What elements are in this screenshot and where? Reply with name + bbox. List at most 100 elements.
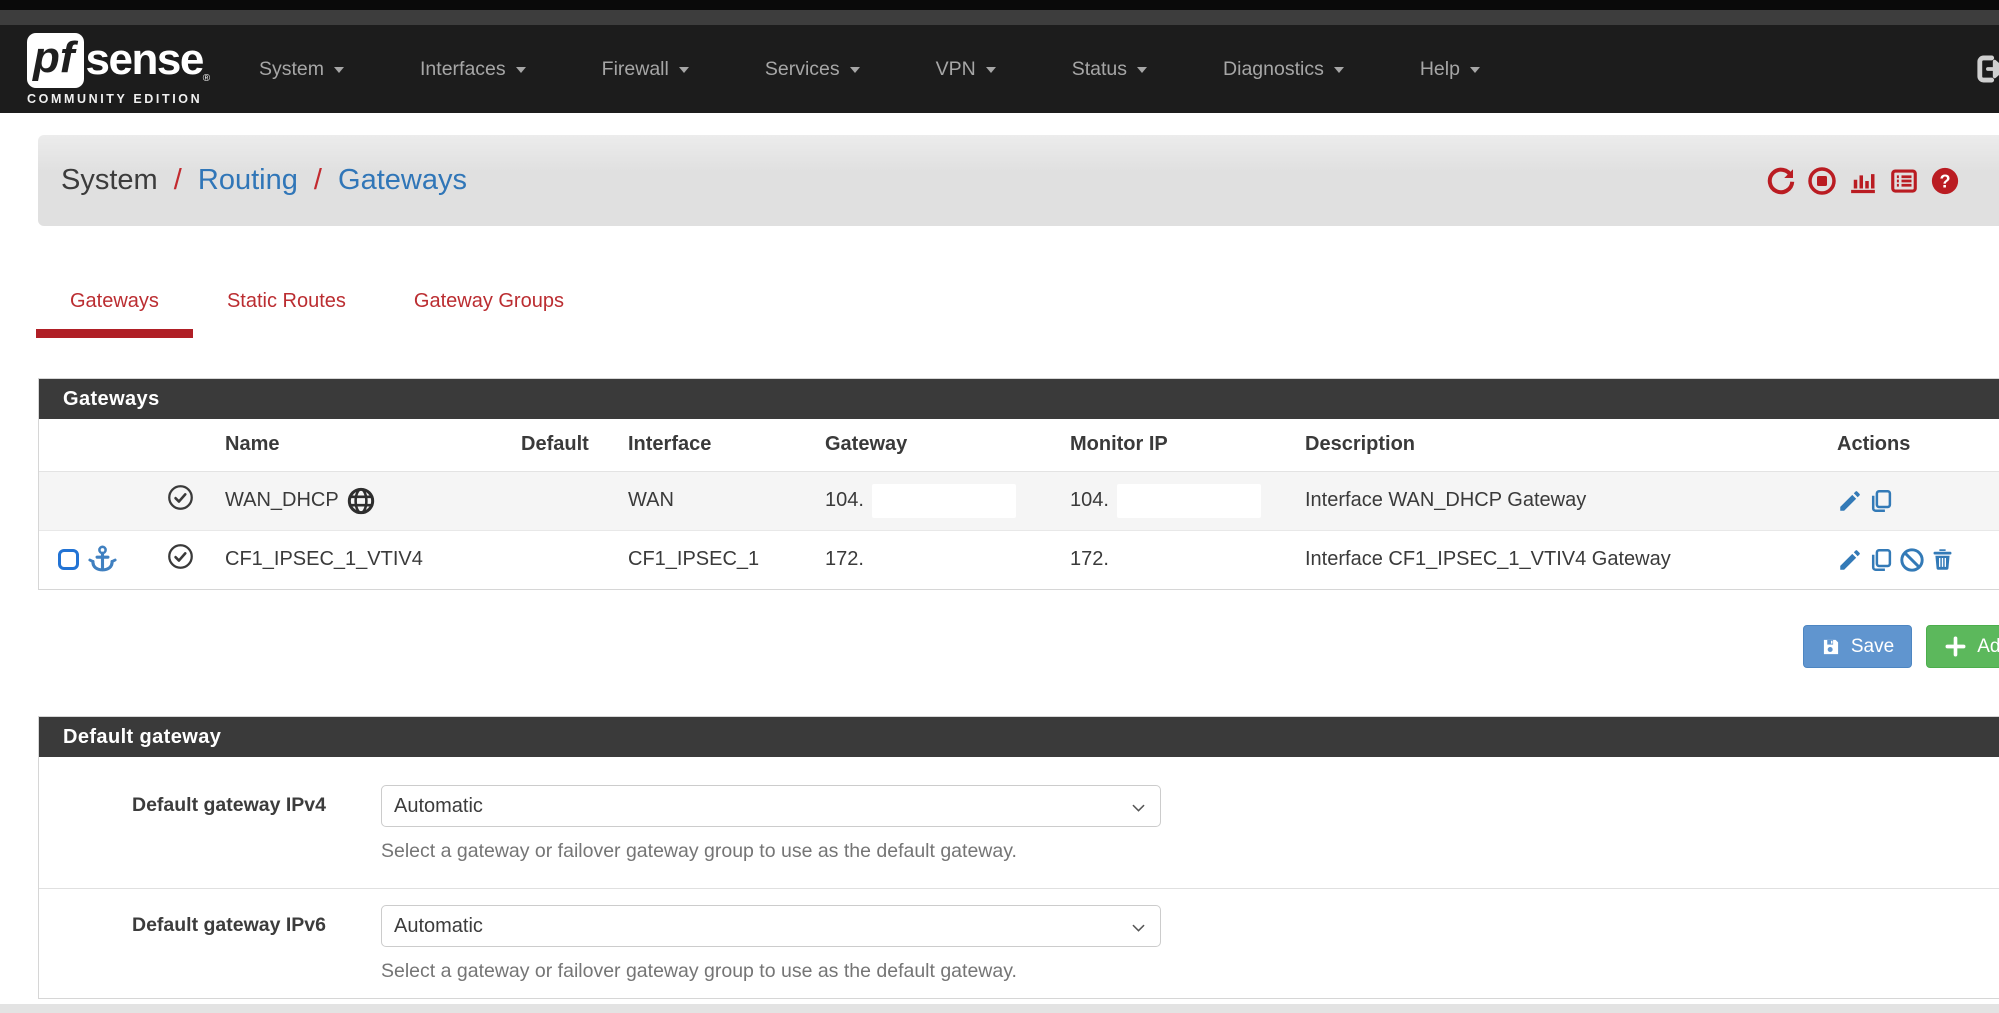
- nav-item-services[interactable]: Services: [727, 46, 898, 93]
- nav-item-vpn[interactable]: VPN: [898, 46, 1034, 93]
- nav-item-diagnostics[interactable]: Diagnostics: [1185, 46, 1382, 93]
- default-gateway-ipv6-select[interactable]: Automatic: [381, 905, 1161, 947]
- save-button-label: Save: [1851, 636, 1894, 658]
- nav-item-label: Help: [1420, 58, 1460, 81]
- edit-icon[interactable]: [1837, 547, 1863, 573]
- chevron-down-icon: [1470, 67, 1480, 73]
- gateways-table: Name Default Interface Gateway Monitor I…: [39, 419, 1999, 589]
- nav-item-interfaces[interactable]: Interfaces: [382, 46, 564, 93]
- main-menu: System Interfaces Firewall Services VPN …: [221, 46, 1518, 93]
- default-gateway-ipv6-row: Default gateway IPv6 Automatic Select a …: [39, 888, 1999, 998]
- redacted-value: [872, 484, 1016, 518]
- header-action-icons: ?: [1766, 166, 1960, 196]
- gateway-address: 172.: [825, 548, 864, 571]
- gateway-status-cell: [151, 471, 209, 530]
- gateway-description-cell: Interface WAN_DHCP Gateway: [1289, 471, 1821, 530]
- delete-icon[interactable]: [1930, 547, 1955, 572]
- nav-item-help[interactable]: Help: [1382, 46, 1518, 93]
- col-select: [39, 419, 151, 471]
- breadcrumb-separator: /: [306, 164, 330, 196]
- gateway-default-cell: [505, 530, 612, 589]
- gateways-panel: Gateways Name Default Interface Gateway …: [38, 378, 1999, 590]
- sign-out-icon[interactable]: [1973, 52, 1999, 86]
- col-monitor-ip: Monitor IP: [1054, 419, 1289, 471]
- status-online-icon: [167, 543, 194, 570]
- nav-item-status[interactable]: Status: [1034, 46, 1185, 93]
- chevron-down-icon: [516, 67, 526, 73]
- edit-icon[interactable]: [1837, 488, 1863, 514]
- log-icon[interactable]: [1889, 166, 1919, 196]
- breadcrumb: System / Routing / Gateways: [61, 164, 467, 197]
- nav-item-label: Interfaces: [420, 58, 506, 81]
- breadcrumb-link-routing[interactable]: Routing: [198, 164, 298, 196]
- breadcrumb-section: System: [61, 164, 158, 196]
- chevron-down-icon: [1334, 67, 1344, 73]
- gateway-actions-cell: [1821, 530, 1999, 589]
- checkbox-icon[interactable]: [58, 549, 79, 570]
- add-button-label: Add: [1977, 636, 1999, 658]
- refresh-icon[interactable]: [1766, 166, 1796, 196]
- table-row: CF1_IPSEC_1_VTIV4 CF1_IPSEC_1 172. 172. …: [39, 530, 1999, 589]
- chevron-down-icon: [986, 67, 996, 73]
- gateways-panel-title: Gateways: [39, 379, 1999, 419]
- tab-gateways[interactable]: Gateways: [36, 282, 193, 338]
- gateway-actions-cell: [1821, 471, 1999, 530]
- nav-item-system[interactable]: System: [221, 46, 382, 93]
- tab-gateway-groups[interactable]: Gateway Groups: [380, 282, 598, 338]
- breadcrumb-link-gateways[interactable]: Gateways: [338, 164, 467, 196]
- logo-reg: ®: [203, 73, 210, 84]
- bar-chart-icon[interactable]: [1848, 166, 1878, 196]
- routing-tabs: Gateways Static Routes Gateway Groups: [36, 282, 1999, 338]
- redacted-value: [1117, 484, 1261, 518]
- globe-icon: [347, 487, 375, 515]
- table-header-row: Name Default Interface Gateway Monitor I…: [39, 419, 1999, 471]
- nav-item-label: System: [259, 58, 324, 81]
- gateway-status-cell: [151, 530, 209, 589]
- disable-icon[interactable]: [1899, 547, 1925, 573]
- save-button[interactable]: Save: [1803, 625, 1912, 668]
- table-buttons: Save Add: [0, 625, 1999, 668]
- plus-icon: [1944, 635, 1967, 658]
- top-navbar: pf sense ® COMMUNITY EDITION System Inte…: [0, 25, 1999, 113]
- nav-item-firewall[interactable]: Firewall: [564, 46, 727, 93]
- window-bottom-strip: [0, 1004, 1999, 1013]
- gateway-interface-cell: CF1_IPSEC_1: [612, 530, 809, 589]
- pfsense-logo[interactable]: pf sense ® COMMUNITY EDITION: [27, 33, 215, 106]
- chevron-down-icon: [1137, 67, 1147, 73]
- chevron-down-icon: [850, 67, 860, 73]
- redacted-value: [1117, 543, 1261, 577]
- nav-item-label: Diagnostics: [1223, 58, 1324, 81]
- field-label: Default gateway IPv4: [39, 785, 381, 863]
- monitor-ip: 104.: [1070, 489, 1109, 512]
- gateway-address-cell: 104.: [809, 471, 1054, 530]
- logo-sense: sense: [86, 35, 203, 85]
- copy-icon[interactable]: [1868, 488, 1894, 514]
- field-help-text: Select a gateway or failover gateway gro…: [381, 960, 1161, 983]
- logo-pf: pf: [27, 33, 84, 88]
- gateway-interface-cell: WAN: [612, 471, 809, 530]
- gateway-name-cell: CF1_IPSEC_1_VTIV4: [209, 530, 505, 589]
- copy-icon[interactable]: [1868, 547, 1894, 573]
- tab-static-routes[interactable]: Static Routes: [193, 282, 380, 338]
- monitor-ip-cell: 104.: [1054, 471, 1289, 530]
- field-help-text: Select a gateway or failover gateway gro…: [381, 840, 1161, 863]
- col-interface: Interface: [612, 419, 809, 471]
- gateway-description-cell: Interface CF1_IPSEC_1_VTIV4 Gateway: [1289, 530, 1821, 589]
- window-top-strip: [0, 0, 1999, 10]
- field-label: Default gateway IPv6: [39, 905, 381, 983]
- window-title-strip: [0, 10, 1999, 25]
- gateway-name: WAN_DHCP: [225, 489, 339, 512]
- status-online-icon: [167, 484, 194, 511]
- help-icon[interactable]: ?: [1930, 166, 1960, 196]
- tab-label: Gateways: [70, 290, 159, 312]
- breadcrumb-separator: /: [166, 164, 190, 196]
- default-gateway-ipv4-select[interactable]: Automatic: [381, 785, 1161, 827]
- col-name: Name: [209, 419, 505, 471]
- col-gateway: Gateway: [809, 419, 1054, 471]
- nav-item-label: Services: [765, 58, 840, 81]
- table-row: WAN_DHCP WAN 104. 104.: [39, 471, 1999, 530]
- col-status: [151, 419, 209, 471]
- stop-circle-icon[interactable]: [1807, 166, 1837, 196]
- col-description: Description: [1289, 419, 1821, 471]
- add-button[interactable]: Add: [1926, 625, 1999, 668]
